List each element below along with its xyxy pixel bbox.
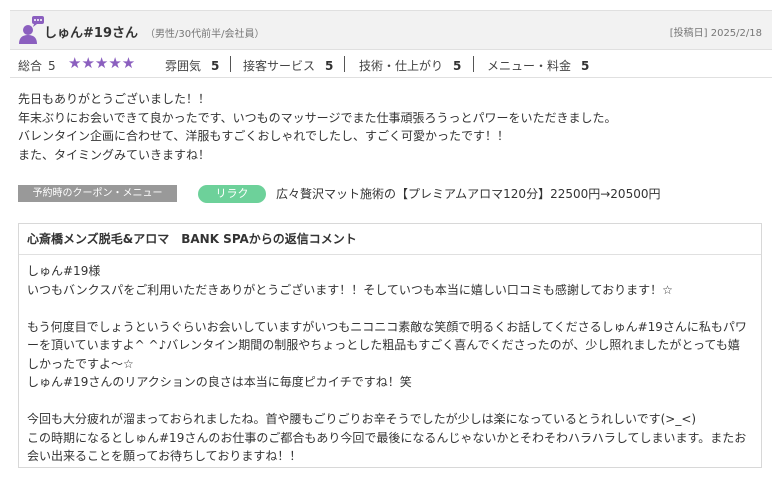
shop-reply-box: 心斎橋メンズ脱毛&アロマ BANK SPAからの返信コメント しゅん#19様 い… [18, 223, 762, 468]
reply-line [27, 392, 753, 411]
review-comment: 先日もありがとうございました！！ 年末ぶりにお会いできて良かったです、いつものマ… [18, 90, 758, 164]
rating-label: 技術・仕上がり [359, 59, 444, 73]
rating-label: 雰囲気 [165, 59, 202, 73]
reviewer-name: しゅん#19さん [44, 26, 138, 41]
user-avatar-icon [18, 15, 46, 45]
reply-divider [19, 254, 761, 255]
comment-line: 先日もありがとうございました！！ [18, 92, 211, 106]
coupon-section-label: 予約時のクーポン・メニュー [18, 185, 177, 202]
reply-title: 心斎橋メンズ脱毛&アロマ BANK SPAからの返信コメント [27, 232, 357, 246]
comment-line: 年末ぶりにお会いできて良かったです、いつものマッサージでまた仕事頑張ろうっとパワ… [18, 110, 617, 125]
review-card: しゅん#19さん （男性/30代前半/会社員） [投稿日] 2025/2/18 … [10, 10, 772, 477]
rating-label: メニュー・料金 [487, 59, 572, 73]
reply-line: ーを頂いていますよ^ ^♪バレンタイン期間の制服やちょっとした粗品もすごく喜んで… [27, 338, 740, 352]
rating-value: 5 [211, 59, 220, 73]
post-date: [投稿日] 2025/2/18 [669, 28, 762, 39]
reply-line: しゅん#19さんのリアクションの良さは本当に毎度ピカイチですね！笑 [27, 375, 412, 389]
ratings-bar: 総合 5 ★★★★★ 雰囲気 5 接客サービス 5 技術・仕上がり 5 メニュー・料金 5 [10, 50, 772, 78]
reply-line: いつもバンクスパをご利用いただきありがとうございます！！そしていつも本当に嬉しい… [27, 282, 673, 297]
reply-line [27, 299, 753, 318]
rating-value: 5 [581, 59, 590, 73]
rating-label: 接客サービス [243, 59, 316, 73]
rating-technique: 技術・仕上がり 5 [359, 57, 461, 74]
comment-line: また、タイミングみていきますね！ [18, 147, 211, 162]
rating-atmosphere: 雰囲気 5 [165, 57, 219, 74]
coupon-menu-text[interactable]: 広々贅沢マット施術の【プレミアムアロマ120分】22500円→20500円 [276, 185, 660, 202]
reply-line: 会い出来ることを願ってお待ちしておりますね！！ [27, 449, 302, 463]
overall-rating: 総合 5 [18, 57, 56, 74]
divider [344, 56, 345, 72]
rating-menu-price: メニュー・料金 5 [487, 57, 589, 74]
divider [473, 56, 474, 72]
reply-line: しかったですよ〜☆ [27, 356, 134, 371]
rating-value: 5 [325, 59, 334, 73]
reviewer-info: （男性/30代前半/会社員） [145, 29, 265, 40]
reply-line: 今回も大分疲れが溜まっておられましたね。首や腰もごりごりお辛そうでしたが少しは楽… [27, 412, 697, 426]
reply-line: しゅん#19様 [27, 264, 101, 278]
overall-value: 5 [48, 59, 56, 73]
reply-line: この時期になるとしゅん#19さんのお仕事のご都合もあり今回で最後になるんじゃない… [27, 430, 747, 445]
divider [230, 56, 231, 72]
review-header: しゅん#19さん （男性/30代前半/会社員） [投稿日] 2025/2/18 [10, 10, 772, 50]
comment-line: バレンタイン企画に合わせて、洋服もすごくおしゃれでしたし、すごく可愛かったです！… [18, 129, 510, 143]
overall-label: 総合 [18, 59, 43, 73]
reply-line: もう何度目でしょうというぐらいお会いしていますがいつもニコニコ素敵な笑顔で明るく… [27, 319, 747, 334]
rating-service: 接客サービス 5 [243, 57, 333, 74]
star-rating-icon: ★★★★★ [68, 54, 136, 72]
coupon-category-tag: リラク [198, 185, 266, 203]
reply-body: しゅん#19様 いつもバンクスパをご利用いただきありがとうございます！！そしてい… [27, 262, 753, 466]
rating-value: 5 [453, 59, 462, 73]
